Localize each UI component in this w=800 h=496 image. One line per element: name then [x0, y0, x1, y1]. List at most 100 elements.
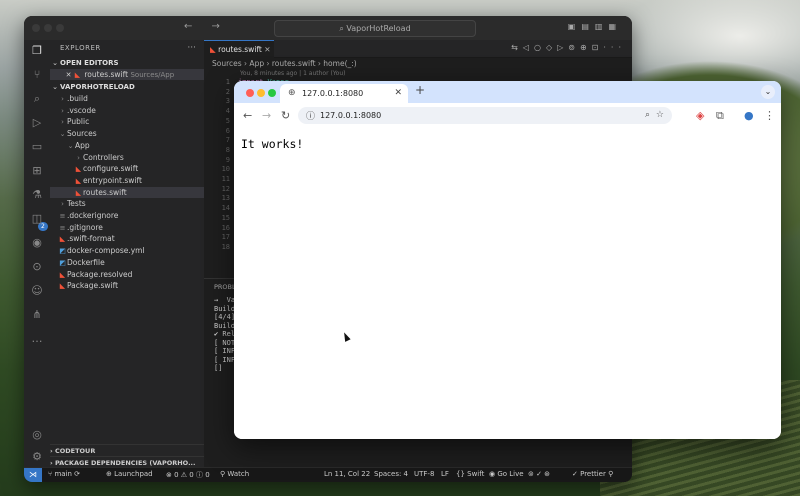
vscode-titlebar: ← → ⌕ VaporHotReload ▣▤▥▦	[24, 16, 632, 41]
nav-arrows[interactable]: ← →	[184, 21, 228, 32]
file-tree-item[interactable]: › .vscode	[50, 105, 204, 116]
swift-file-icon: ◣	[59, 235, 66, 244]
chrome-zoom-button[interactable]	[268, 89, 276, 97]
extension-icon[interactable]: ◈	[696, 109, 704, 122]
tab-routes-swift[interactable]: ◣ routes.swift ✕	[204, 40, 274, 58]
file-tree-item[interactable]: ◣ configure.swift	[50, 163, 204, 174]
cursor-position[interactable]: Ln 11, Col 22	[324, 470, 370, 478]
blame-annotation: You, 8 minutes ago | 1 author (You)	[240, 70, 346, 77]
account-icon[interactable]: ◎	[30, 428, 44, 442]
settings-gear-icon[interactable]: ⚙	[30, 450, 44, 464]
file-tree-item[interactable]: ◣ entrypoint.swift	[50, 175, 204, 186]
explorer-icon[interactable]: ❐	[30, 44, 44, 58]
branch-status[interactable]: ⑂ main ⟳	[48, 470, 80, 478]
copilot-icon[interactable]: ☺	[30, 284, 44, 298]
chevron-icon: ›	[61, 118, 64, 127]
zoom-icon[interactable]: ⌕	[645, 110, 650, 120]
launchpad-status[interactable]: ⊕ Launchpad	[106, 470, 153, 478]
indentation[interactable]: Spaces: 4	[374, 470, 408, 478]
zoom-window-button[interactable]	[56, 24, 64, 32]
line-numbers: 1 2 3 4 5 6 7 8 9 10 11 12 13 14 15 16 1…	[221, 78, 230, 251]
file-tree-item[interactable]: ◣ Package.swift	[50, 280, 204, 291]
prettier-status[interactable]: ✓ Prettier ⚲	[572, 470, 613, 478]
file-tree-item[interactable]: ≡ .dockerignore	[50, 210, 204, 221]
minimize-window-button[interactable]	[44, 24, 52, 32]
page-body-text: It works!	[241, 137, 304, 151]
file-tree-item[interactable]: ◣ Package.resolved	[50, 269, 204, 280]
back-icon[interactable]: ←	[243, 109, 252, 122]
bookmark-star-icon[interactable]: ☆	[656, 110, 664, 120]
close-window-button[interactable]	[32, 24, 40, 32]
chrome-close-button[interactable]	[246, 89, 254, 97]
forward-icon[interactable]: →	[262, 109, 271, 122]
more-icon[interactable]: …	[30, 332, 44, 346]
file-file-icon: ≡	[59, 223, 66, 232]
close-icon[interactable]: ✕	[64, 70, 73, 81]
tab-search-icon[interactable]: ⌄	[761, 85, 775, 99]
address-bar[interactable]: ⓘ 127.0.0.1:8080 ⌕ ☆	[298, 107, 672, 124]
chrome-minimize-button[interactable]	[257, 89, 265, 97]
swift-file-icon: ◣	[75, 165, 82, 174]
file-tree-item[interactable]: ⌄ App	[50, 140, 204, 151]
project-section[interactable]: ⌄ VAPORHOTRELOAD	[50, 81, 204, 93]
file-tree-item[interactable]: › Public	[50, 116, 204, 127]
globe-icon: ⊕	[288, 88, 296, 98]
file-tree-item[interactable]: ◩Dockerfile	[50, 257, 204, 268]
more-actions-icon[interactable]: ···	[187, 43, 196, 53]
open-editor-item[interactable]: ✕ ◣ routes.swift Sources/App	[50, 69, 204, 80]
chevron-icon: ›	[61, 200, 64, 209]
remote-explorer-icon[interactable]: ▭	[30, 140, 44, 154]
github-icon[interactable]: ◉	[30, 236, 44, 250]
chevron-icon: ⌄	[67, 141, 74, 150]
breadcrumb[interactable]: Sources › App › routes.swift › home(_:)	[212, 59, 357, 68]
chevron-icon: ⌄	[59, 130, 66, 139]
explorer-sidebar: EXPLORER ··· ⌄ OPEN EDITORS ✕ ◣ routes.swi…	[50, 40, 205, 468]
extensions-icon[interactable]: ⊞	[30, 164, 44, 178]
layout-icons[interactable]: ▣▤▥▦	[568, 22, 622, 31]
reload-icon[interactable]: ↻	[281, 109, 290, 122]
problems-status[interactable]: ⊗ 0 ⚠ 0 ⓘ 0	[166, 470, 210, 480]
close-tab-icon[interactable]: ✕	[264, 45, 270, 54]
swift-file-icon: ◣	[59, 270, 66, 279]
tab-bar: ◣ routes.swift ✕ ⇆◁○◇▷⊚⊕⊡···	[204, 40, 632, 58]
remote-indicator-icon[interactable]: ⋊	[24, 468, 42, 482]
watch-status[interactable]: ⚲ Watch	[220, 470, 249, 478]
command-center[interactable]: ⌕ VaporHotReload	[274, 20, 476, 37]
close-tab-icon[interactable]: ✕	[394, 84, 402, 103]
file-tree-item[interactable]: ◣ .swift-format	[50, 233, 204, 244]
swift-file-icon: ◣	[74, 71, 81, 79]
source-control-icon[interactable]: ⑂	[30, 68, 44, 82]
file-tree-item[interactable]: ◩docker-compose.yml	[50, 245, 204, 256]
window-title: VaporHotReload	[346, 24, 411, 33]
gitlens-icon[interactable]: ⊙	[30, 260, 44, 274]
extensions-puzzle-icon[interactable]: ⧉	[716, 109, 724, 123]
explorer-header: EXPLORER	[60, 44, 101, 52]
chrome-menu-icon[interactable]: ⋮	[764, 109, 775, 122]
run-debug-icon[interactable]: ▷	[30, 116, 44, 130]
git-graph-icon[interactable]: ⋔	[30, 308, 44, 322]
swift-file-icon: ◣	[210, 45, 216, 54]
file-tree-item[interactable]: › Controllers	[50, 152, 204, 163]
file-tree-item[interactable]: › Tests	[50, 198, 204, 209]
chrome-tab[interactable]: ⊕ 127.0.0.1:8080 ✕	[280, 84, 408, 103]
file-tree-item[interactable]: ≡ .gitignore	[50, 222, 204, 233]
file-tree-item[interactable]: ⌄ Sources	[50, 128, 204, 139]
open-editors-section[interactable]: ⌄ OPEN EDITORS	[50, 57, 204, 69]
file-tree-item[interactable]: ◣ routes.swift	[50, 186, 204, 198]
editor-actions[interactable]: ⇆◁○◇▷⊚⊕⊡···	[511, 43, 626, 52]
status-icons[interactable]: ⊚ ✓ ⊛	[528, 470, 550, 478]
new-tab-button[interactable]: +	[415, 83, 425, 97]
testing-icon[interactable]: ⚗	[30, 188, 44, 202]
profile-icon[interactable]: ●	[744, 109, 754, 122]
docker-file-icon: ◩	[59, 247, 66, 256]
encoding[interactable]: UTF-8	[414, 470, 434, 478]
chevron-icon: ›	[61, 106, 64, 115]
search-icon[interactable]: ⌕	[30, 92, 44, 106]
swift-file-icon: ◣	[75, 188, 82, 197]
site-info-icon[interactable]: ⓘ	[306, 109, 315, 122]
line-ending[interactable]: LF	[441, 470, 449, 478]
language-mode[interactable]: {} Swift	[456, 470, 484, 478]
docker-icon[interactable]: ◫	[30, 212, 44, 226]
file-tree-item[interactable]: › .build	[50, 93, 204, 104]
go-live-button[interactable]: ◉ Go Live	[489, 470, 524, 478]
